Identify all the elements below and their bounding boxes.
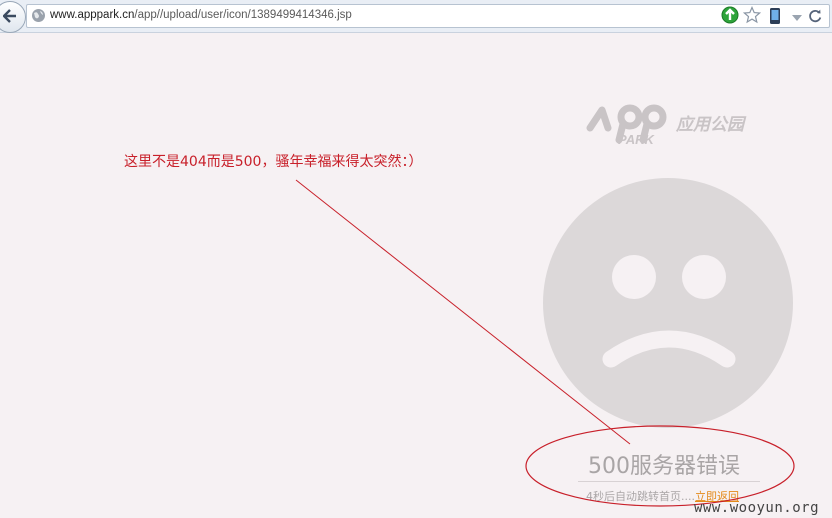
- annotation-highlight-ellipse: [525, 425, 795, 507]
- annotation-pointer-line: [295, 179, 631, 445]
- annotation-overlay: [295, 179, 795, 507]
- watermark: www.wooyun.org: [694, 500, 820, 516]
